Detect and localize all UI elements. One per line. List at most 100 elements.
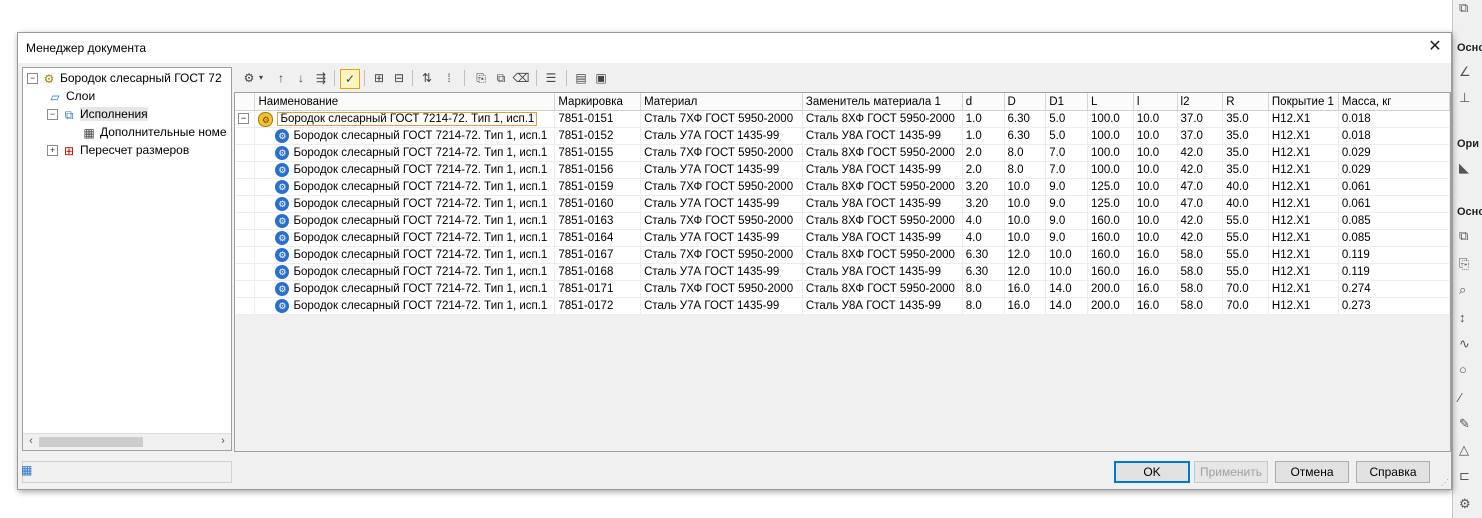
cell-mass[interactable]: 0.018 <box>1338 110 1450 128</box>
cell-material[interactable]: Сталь 7ХФ ГОСТ 5950-2000 <box>640 110 803 128</box>
cell-coating[interactable]: H12.X1 <box>1268 110 1339 128</box>
dimension-icon[interactable]: ↕ <box>1459 310 1477 326</box>
pen-icon[interactable]: ✎ <box>1459 416 1477 432</box>
cell-coating[interactable]: H12.X1 <box>1268 161 1339 179</box>
cell-d[interactable]: 1.0 <box>962 110 1005 128</box>
cell-coating[interactable]: H12.X1 <box>1268 212 1339 230</box>
cell-l2[interactable]: 42.0 <box>1177 144 1224 162</box>
cell-coating[interactable]: H12.X1 <box>1268 144 1339 162</box>
triangle-icon[interactable]: △ <box>1459 442 1477 458</box>
cell-L[interactable]: 100.0 <box>1087 161 1134 179</box>
cell-coating[interactable]: H12.X1 <box>1268 246 1339 264</box>
header-mass[interactable]: Масса, кг <box>1338 93 1450 111</box>
versions-grid[interactable]: Наименование Маркировка Материал Заменит… <box>234 92 1451 452</box>
cell-L[interactable]: 160.0 <box>1087 263 1134 281</box>
curve-icon[interactable]: ∿ <box>1459 336 1477 352</box>
cell-l2[interactable]: 42.0 <box>1177 229 1224 247</box>
cell-material-substitute[interactable]: Сталь 8ХФ ГОСТ 5950-2000 <box>802 178 963 196</box>
tree-item-layers[interactable]: ▱ Слои <box>47 87 95 105</box>
cell-D1[interactable]: 10.0 <box>1045 246 1089 264</box>
cell-coating[interactable]: H12.X1 <box>1268 280 1339 298</box>
cell-R[interactable]: 40.0 <box>1222 178 1269 196</box>
cell-material-substitute[interactable]: Сталь 8ХФ ГОСТ 5950-2000 <box>802 144 963 162</box>
cell-d[interactable]: 4.0 <box>962 212 1005 230</box>
assembly-icon[interactable]: ⚙ <box>1459 496 1477 512</box>
cell-L[interactable]: 200.0 <box>1087 297 1134 315</box>
header-L[interactable]: L <box>1087 93 1134 111</box>
cell-mass[interactable]: 0.085 <box>1338 229 1450 247</box>
cell-D1[interactable]: 5.0 <box>1045 110 1089 128</box>
table-row[interactable]: ⚙ Бородок слесарный ГОСТ 7214-72. Тип 1, … <box>235 229 1450 247</box>
cell-material[interactable]: Сталь 7ХФ ГОСТ 5950-2000 <box>640 246 803 264</box>
cell-D[interactable]: 10.0 <box>1004 178 1047 196</box>
header-coating[interactable]: Покрытие 1 <box>1268 93 1339 111</box>
cell-l2[interactable]: 37.0 <box>1177 110 1224 128</box>
cell-D[interactable]: 10.0 <box>1004 212 1047 230</box>
cell-l[interactable]: 10.0 <box>1133 161 1178 179</box>
cell-mass[interactable]: 0.061 <box>1338 178 1450 196</box>
tree-item-recalc-sizes[interactable]: + ⊞ Пересчет размеров <box>47 141 189 159</box>
cell-name[interactable]: ⚙ Бородок слесарный ГОСТ 7214-72. Тип 1, … <box>254 161 556 179</box>
structure-icon[interactable]: ⊟ <box>390 69 408 87</box>
cell-L[interactable]: 200.0 <box>1087 280 1134 298</box>
cell-name[interactable]: ⚙ Бородок слесарный ГОСТ 7214-72. Тип 1, … <box>254 280 556 298</box>
cell-R[interactable]: 55.0 <box>1222 263 1269 281</box>
cell-R[interactable]: 55.0 <box>1222 246 1269 264</box>
axis-icon[interactable]: ⊥ <box>1459 90 1477 106</box>
cell-material-substitute[interactable]: Сталь 8ХФ ГОСТ 5950-2000 <box>802 212 963 230</box>
header-material[interactable]: Материал <box>640 93 803 111</box>
table-row[interactable]: ⚙ Бородок слесарный ГОСТ 7214-72. Тип 1, … <box>235 178 1450 196</box>
cell-mass[interactable]: 0.119 <box>1338 246 1450 264</box>
cell-marking[interactable]: 7851-0156 <box>554 161 642 179</box>
open-table-icon[interactable]: ▤ <box>572 69 590 87</box>
cell-l2[interactable]: 42.0 <box>1177 212 1224 230</box>
cell-D1[interactable]: 9.0 <box>1045 212 1089 230</box>
cell-D1[interactable]: 9.0 <box>1045 195 1089 213</box>
cell-name[interactable]: ⚙ Бородок слесарный ГОСТ 7214-72. Тип 1, … <box>254 297 556 315</box>
header-material-substitute[interactable]: Заменитель материала 1 <box>802 93 963 111</box>
scroll-right-icon[interactable]: › <box>216 435 230 447</box>
cell-R[interactable]: 55.0 <box>1222 212 1269 230</box>
designation-icon[interactable]: ⁞ <box>440 69 458 87</box>
collapse-icon[interactable]: − <box>27 73 38 85</box>
cell-D[interactable]: 10.0 <box>1004 229 1047 247</box>
cell-marking[interactable]: 7851-0164 <box>554 229 642 247</box>
save-table-icon[interactable]: ▣ <box>592 69 610 87</box>
cell-material[interactable]: Сталь 7ХФ ГОСТ 5950-2000 <box>640 144 803 162</box>
cell-mass[interactable]: 0.018 <box>1338 127 1450 145</box>
collapse-icon[interactable]: − <box>238 113 249 125</box>
cell-D1[interactable]: 7.0 <box>1045 161 1089 179</box>
cell-d[interactable]: 3.20 <box>962 178 1005 196</box>
cell-D1[interactable]: 7.0 <box>1045 144 1089 162</box>
cell-L[interactable]: 160.0 <box>1087 212 1134 230</box>
cell-d[interactable]: 8.0 <box>962 280 1005 298</box>
cell-material[interactable]: Сталь У7А ГОСТ 1435-99 <box>640 297 803 315</box>
cell-l[interactable]: 10.0 <box>1133 144 1178 162</box>
tree-horizontal-scrollbar[interactable]: ‹ › <box>23 433 231 450</box>
cell-l2[interactable]: 42.0 <box>1177 161 1224 179</box>
cell-name[interactable]: ⚙ Бородок слесарный ГОСТ 7214-72. Тип 1, … <box>254 246 556 264</box>
cell-D1[interactable]: 5.0 <box>1045 127 1089 145</box>
cell-D[interactable]: 12.0 <box>1004 246 1047 264</box>
resize-grip-icon[interactable]: ⋰ <box>1441 478 1449 487</box>
cell-l2[interactable]: 58.0 <box>1177 297 1224 315</box>
cell-l[interactable]: 10.0 <box>1133 127 1178 145</box>
cell-material[interactable]: Сталь У7А ГОСТ 1435-99 <box>640 161 803 179</box>
cell-mass[interactable]: 0.029 <box>1338 161 1450 179</box>
cell-d[interactable]: 6.30 <box>962 246 1005 264</box>
cell-D[interactable]: 16.0 <box>1004 280 1047 298</box>
zoom-icon[interactable]: ⌕ <box>1459 282 1477 298</box>
cell-d[interactable]: 4.0 <box>962 229 1005 247</box>
check-mode-icon[interactable]: ✓ <box>340 69 360 89</box>
cell-R[interactable]: 70.0 <box>1222 297 1269 315</box>
cell-material[interactable]: Сталь 7ХФ ГОСТ 5950-2000 <box>640 178 803 196</box>
ok-button[interactable]: OK <box>1114 461 1190 483</box>
frame-icon[interactable]: ⊏ <box>1459 468 1477 484</box>
cell-R[interactable]: 35.0 <box>1222 127 1269 145</box>
apply-button[interactable]: Применить <box>1194 461 1268 483</box>
cell-material[interactable]: Сталь У7А ГОСТ 1435-99 <box>640 195 803 213</box>
tree-item-root[interactable]: − ⚙ Бородок слесарный ГОСТ 72 <box>27 69 222 87</box>
cell-L[interactable]: 160.0 <box>1087 246 1134 264</box>
cell-material-substitute[interactable]: Сталь 8ХФ ГОСТ 5950-2000 <box>802 246 963 264</box>
cell-R[interactable]: 35.0 <box>1222 110 1269 128</box>
